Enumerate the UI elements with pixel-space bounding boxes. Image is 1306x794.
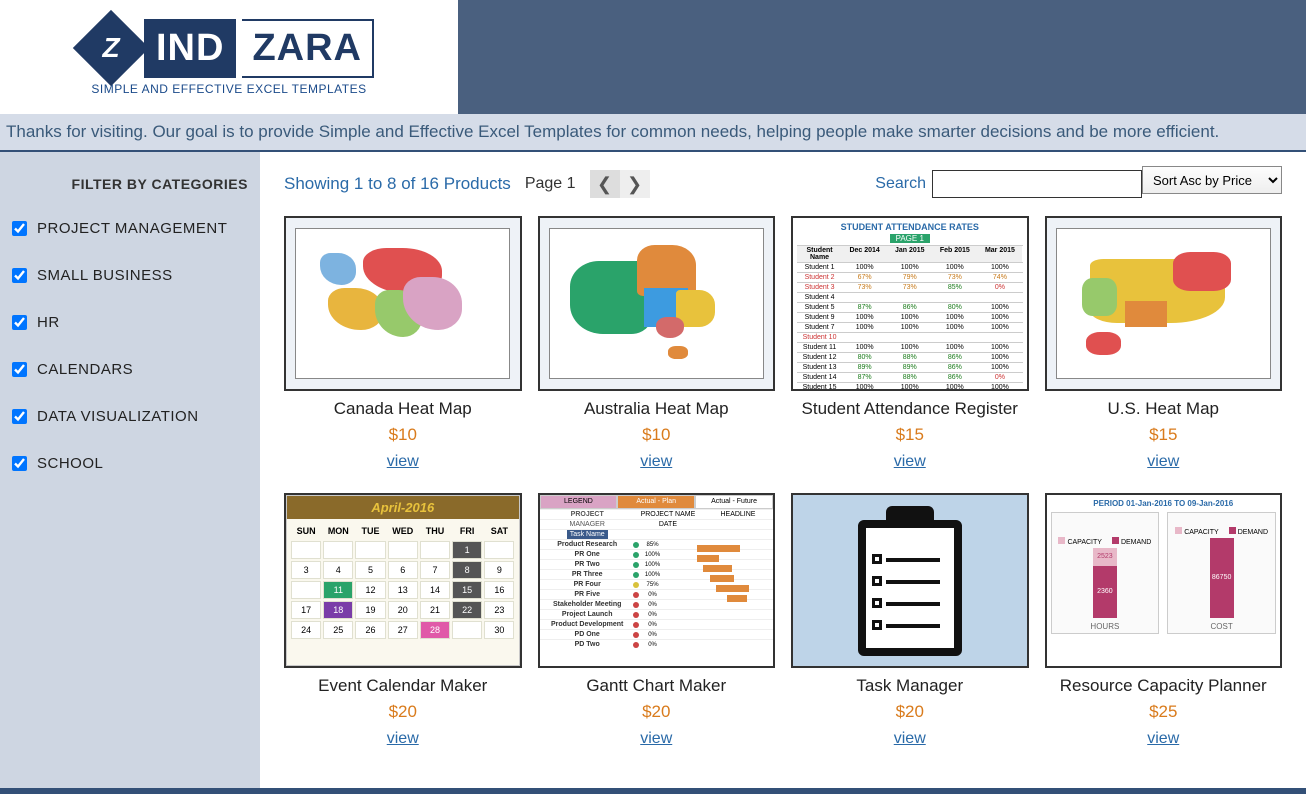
product-price: $10 [538,425,776,445]
view-link[interactable]: view [387,730,419,748]
product-card-canada-heat-map: Canada Heat Map $10 view [284,216,522,471]
checkbox-project-management[interactable] [12,221,27,236]
product-title: Australia Heat Map [538,399,776,419]
content: Showing 1 to 8 of 16 Products Page 1 ❮ ❯… [260,152,1306,788]
product-price: $20 [284,702,522,722]
thumbnail[interactable]: STUDENT ATTENDANCE RATES PAGE 1 Student … [791,216,1029,391]
product-card-gantt-chart: LEGEND Actual - Plan Actual - Future PRO… [538,493,776,748]
logo-subtitle: SIMPLE AND EFFECTIVE EXCEL TEMPLATES [91,82,366,96]
top-banner: IND ZARA SIMPLE AND EFFECTIVE EXCEL TEMP… [0,0,1306,114]
product-card-us-heat-map: U.S. Heat Map $15 view [1045,216,1283,471]
category-label: DATA VISUALIZATION [37,408,199,425]
thumbnail[interactable] [538,216,776,391]
view-link[interactable]: view [894,453,926,471]
search-label: Search [875,175,926,193]
checkbox-calendars[interactable] [12,362,27,377]
product-card-australia-heat-map: Australia Heat Map $10 view [538,216,776,471]
pager: ❮ ❯ [590,170,650,198]
product-card-event-calendar: April-2016 SUNMONTUEWEDTHUFRISAT 1 34567… [284,493,522,748]
checkbox-hr[interactable] [12,315,27,330]
clipboard-icon [850,506,970,656]
category-label: HR [37,314,60,331]
category-label: PROJECT MANAGEMENT [37,220,227,237]
logo-icon [84,21,138,75]
checkbox-school[interactable] [12,456,27,471]
category-calendars[interactable]: CALENDARS [12,361,248,378]
search-input[interactable] [932,170,1142,198]
product-title: Resource Capacity Planner [1045,676,1283,696]
page-label: Page 1 [525,175,576,193]
checkbox-data-visualization[interactable] [12,409,27,424]
banner-fill [458,0,1306,114]
product-price: $15 [791,425,1029,445]
showing-count: Showing 1 to 8 of 16 Products [284,174,511,194]
product-price: $15 [1045,425,1283,445]
calendar-title: April-2016 [287,496,519,519]
logo-block: IND ZARA SIMPLE AND EFFECTIVE EXCEL TEMP… [0,0,458,114]
main-area: FILTER BY CATEGORIES PROJECT MANAGEMENT … [0,152,1306,788]
view-link[interactable]: view [640,453,672,471]
pager-prev-button[interactable]: ❮ [590,170,620,198]
checkbox-small-business[interactable] [12,268,27,283]
view-link[interactable]: view [1147,730,1179,748]
attendance-page: PAGE 1 [890,234,930,243]
thumbnail[interactable]: LEGEND Actual - Plan Actual - Future PRO… [538,493,776,668]
category-data-visualization[interactable]: DATA VISUALIZATION [12,408,248,425]
sort-select[interactable]: Sort Asc by Price [1142,166,1282,194]
category-label: SMALL BUSINESS [37,267,173,284]
product-card-student-attendance: STUDENT ATTENDANCE RATES PAGE 1 Student … [791,216,1029,471]
product-card-task-manager: Task Manager $20 view [791,493,1029,748]
rcp-period: PERIOD 01-Jan-2016 TO 09-Jan-2016 [1051,499,1277,508]
logo-text-right: ZARA [242,19,374,78]
category-hr[interactable]: HR [12,314,248,331]
thumbnail[interactable] [1045,216,1283,391]
view-link[interactable]: view [387,453,419,471]
view-link[interactable]: view [1147,453,1179,471]
product-title: Event Calendar Maker [284,676,522,696]
product-title: Gantt Chart Maker [538,676,776,696]
thumbnail[interactable]: PERIOD 01-Jan-2016 TO 09-Jan-2016 CAPACI… [1045,493,1283,668]
attendance-title: STUDENT ATTENDANCE RATES [797,222,1023,232]
filter-title: FILTER BY CATEGORIES [12,176,248,192]
product-grid: Canada Heat Map $10 view Australia Heat … [284,216,1282,748]
product-title: U.S. Heat Map [1045,399,1283,419]
product-title: Canada Heat Map [284,399,522,419]
tagline: Thanks for visiting. Our goal is to prov… [0,114,1306,152]
attendance-table: STUDENT ATTENDANCE RATES PAGE 1 Student … [793,218,1027,389]
view-link[interactable]: view [640,730,672,748]
product-price: $20 [791,702,1029,722]
view-link[interactable]: view [894,730,926,748]
category-school[interactable]: SCHOOL [12,455,248,472]
category-label: CALENDARS [37,361,133,378]
search-wrap: Search [875,170,1142,198]
pager-next-button[interactable]: ❯ [620,170,650,198]
product-price: $25 [1045,702,1283,722]
logo[interactable]: IND ZARA [84,19,374,78]
sidebar: FILTER BY CATEGORIES PROJECT MANAGEMENT … [0,152,260,788]
toolbar: Showing 1 to 8 of 16 Products Page 1 ❮ ❯… [284,170,1282,198]
thumbnail[interactable] [791,493,1029,668]
category-label: SCHOOL [37,455,103,472]
logo-text-left: IND [144,19,236,78]
thumbnail[interactable]: April-2016 SUNMONTUEWEDTHUFRISAT 1 34567… [284,493,522,668]
product-title: Task Manager [791,676,1029,696]
product-price: $10 [284,425,522,445]
category-project-management[interactable]: PROJECT MANAGEMENT [12,220,248,237]
product-price: $20 [538,702,776,722]
product-title: Student Attendance Register [791,399,1029,419]
category-small-business[interactable]: SMALL BUSINESS [12,267,248,284]
thumbnail[interactable] [284,216,522,391]
product-card-resource-capacity: PERIOD 01-Jan-2016 TO 09-Jan-2016 CAPACI… [1045,493,1283,748]
